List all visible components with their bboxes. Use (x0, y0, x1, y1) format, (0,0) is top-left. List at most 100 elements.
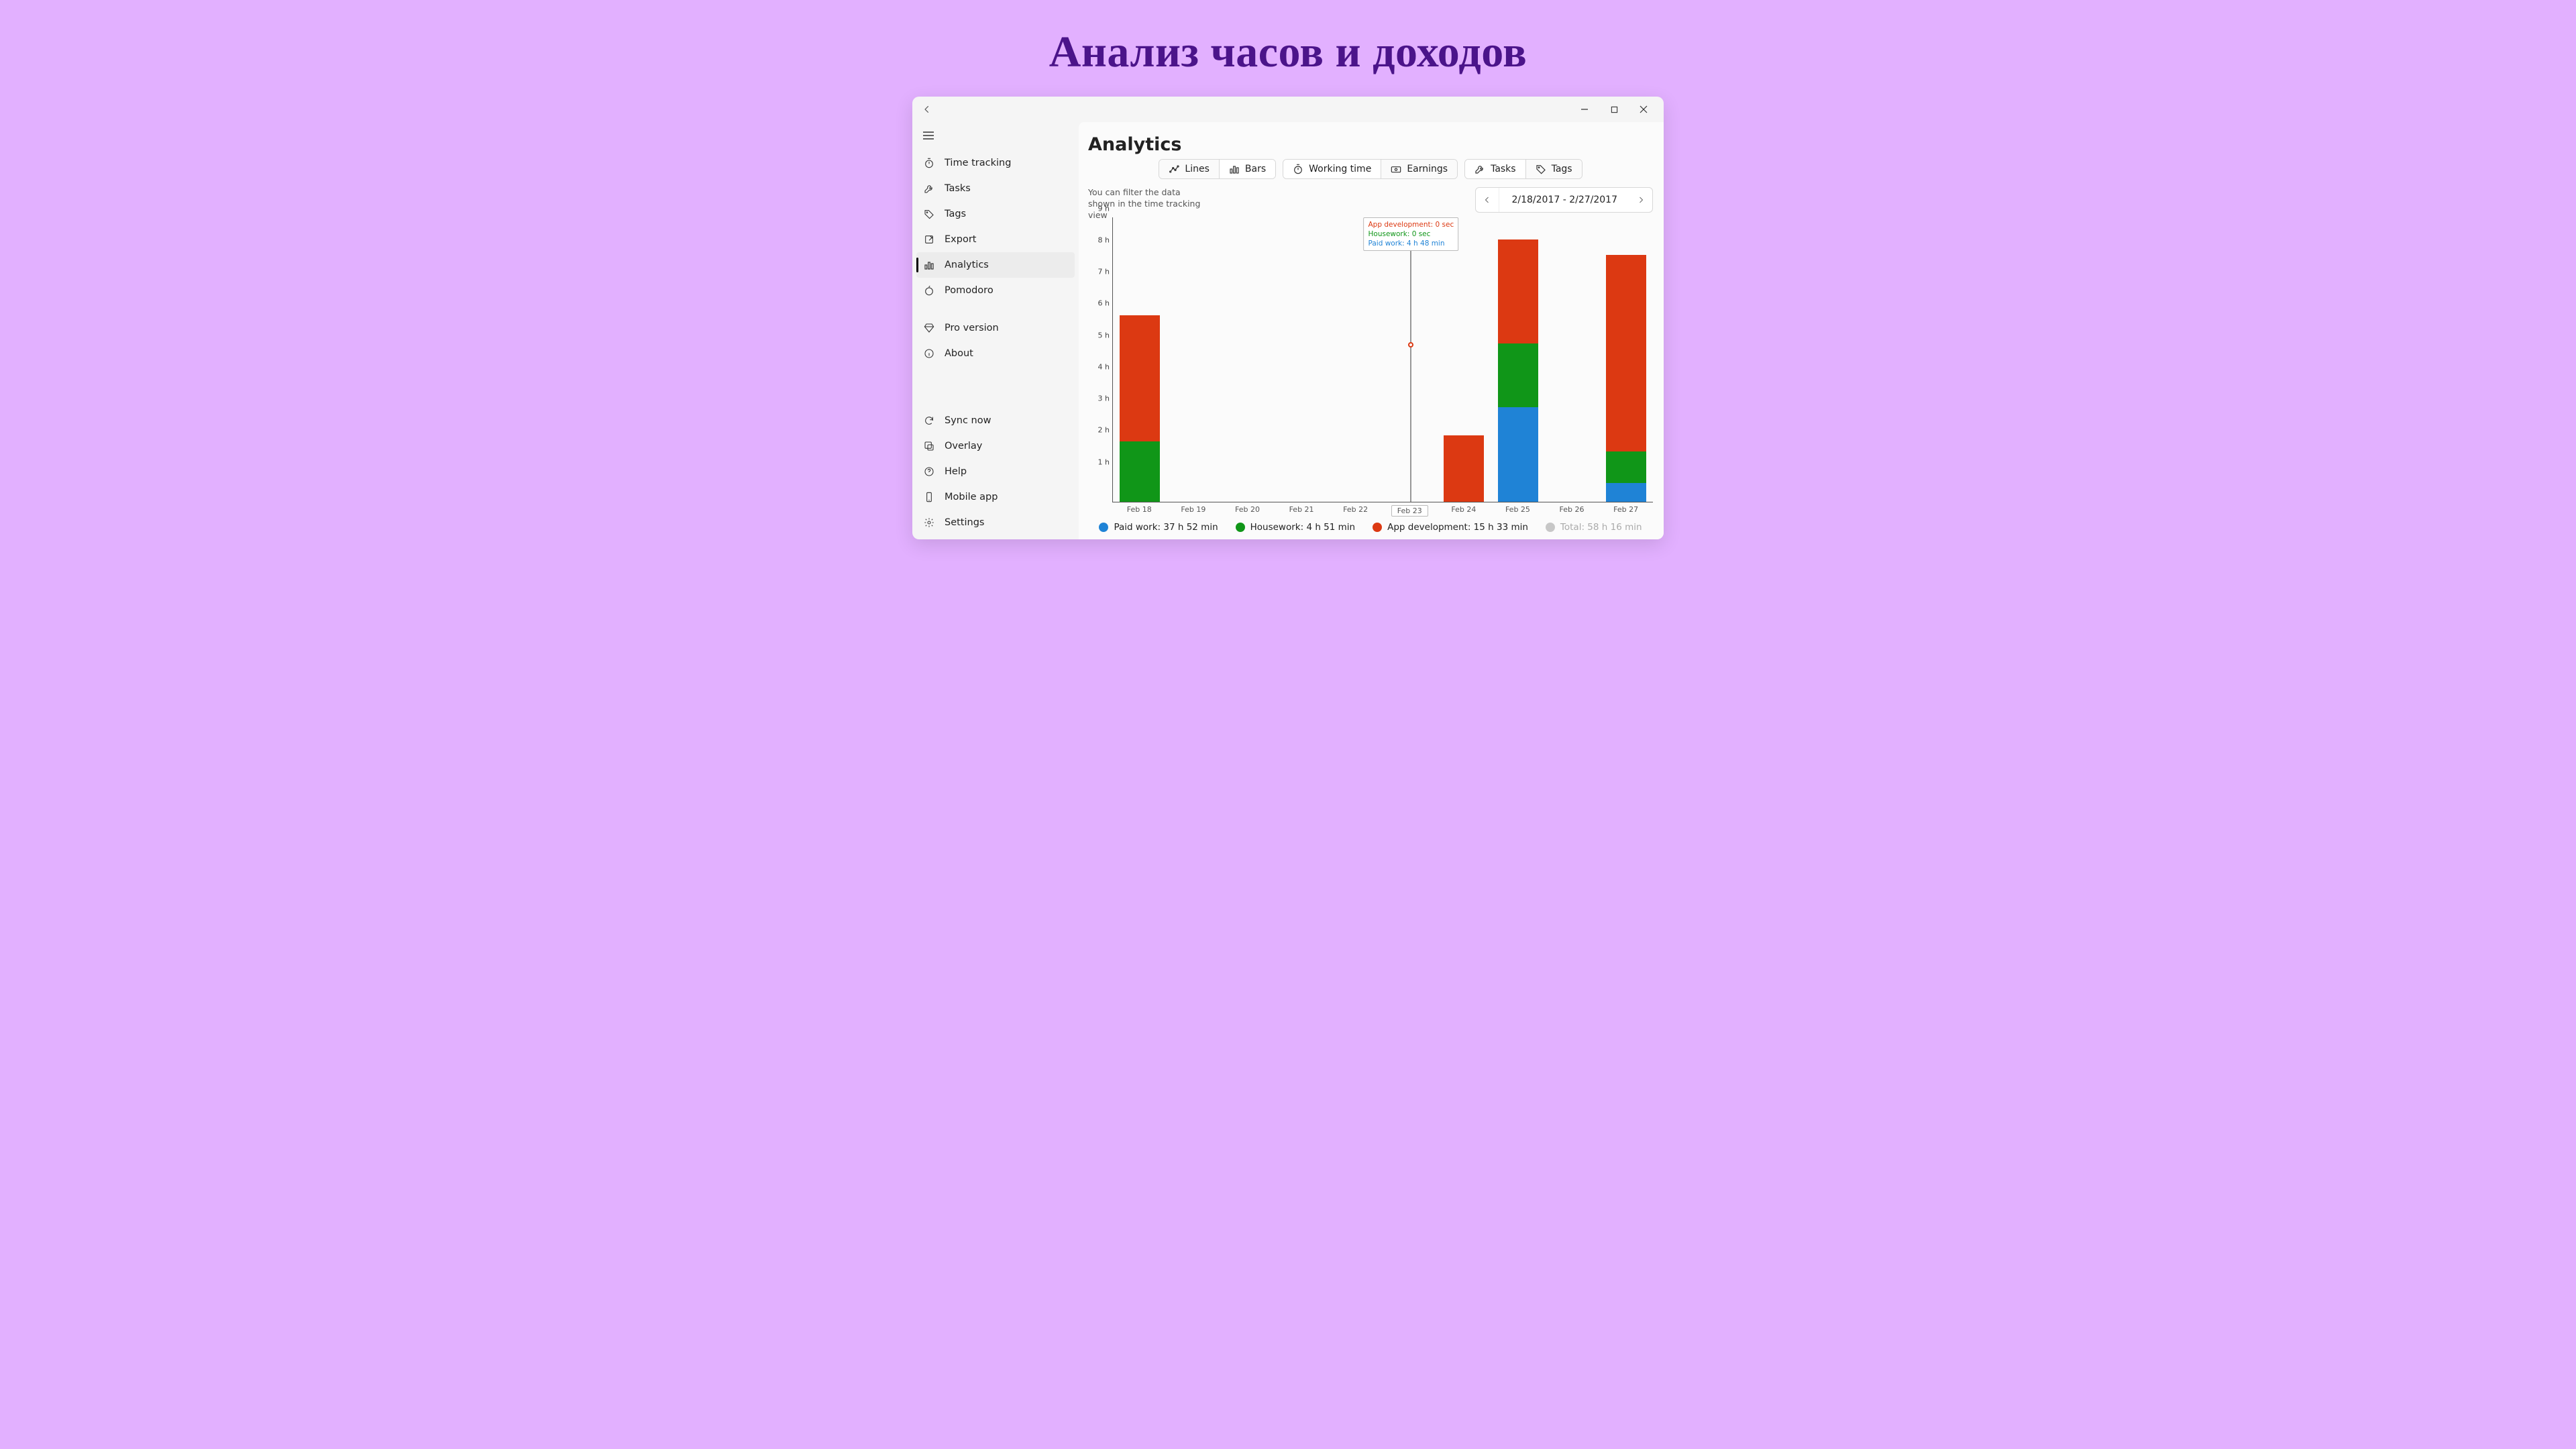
tag-icon (923, 208, 935, 220)
swatch-paid (1099, 523, 1108, 532)
sidebar-item-label: Tasks (945, 183, 971, 194)
sidebar-item-label: Time tracking (945, 158, 1011, 168)
chart-column[interactable] (1221, 217, 1275, 502)
chart-column[interactable] (1275, 217, 1330, 502)
view-bars-button[interactable]: Bars (1219, 160, 1275, 178)
legend-paid[interactable]: Paid work: 37 h 52 min (1099, 522, 1218, 533)
seg-group: Tasks Tags (1464, 159, 1582, 179)
stacked-bar (1336, 277, 1376, 502)
pomodoro-icon (923, 284, 935, 297)
chart-column[interactable] (1599, 217, 1654, 502)
sidebar: Time tracking Tasks Tags Export Analytics Pom… (912, 122, 1079, 539)
hamburger-button[interactable] (916, 125, 941, 146)
sidebar-item-tasks[interactable]: Tasks (916, 176, 1075, 201)
xtick: Feb 20 (1220, 502, 1275, 517)
metric-working-label: Working time (1309, 164, 1371, 174)
sidebar-item-export[interactable]: Export (916, 227, 1075, 252)
group-tags-button[interactable]: Tags (1525, 160, 1582, 178)
xtick: Feb 23 (1383, 502, 1437, 517)
date-next-button[interactable] (1629, 188, 1652, 212)
back-button[interactable] (918, 100, 936, 119)
xtick: Feb 25 (1491, 502, 1545, 517)
window-maximize-button[interactable] (1599, 99, 1629, 119)
sidebar-item-label: Pomodoro (945, 285, 994, 296)
export-icon (923, 233, 935, 246)
chart-column[interactable] (1437, 217, 1491, 502)
bars-icon (923, 259, 935, 271)
overlay-icon (923, 440, 935, 452)
sidebar-item-tags[interactable]: Tags (916, 201, 1075, 227)
ytick: 4 h (1098, 362, 1110, 371)
chart-column[interactable] (1491, 217, 1546, 502)
ytick: 1 h (1098, 458, 1110, 466)
view-lines-label: Lines (1185, 164, 1209, 174)
chart-yaxis: 1 h2 h3 h4 h5 h6 h7 h8 h9 h (1088, 217, 1112, 502)
chart-column[interactable] (1545, 217, 1599, 502)
chart-column[interactable] (1167, 217, 1222, 502)
stacked-bar (1120, 315, 1160, 502)
chart-tooltip: App development: 0 secHousework: 0 secPa… (1364, 217, 1459, 252)
chart-xaxis: Feb 18Feb 19Feb 20Feb 21Feb 22Feb 23Feb … (1112, 502, 1653, 517)
ytick: 5 h (1098, 331, 1110, 339)
xtick: Feb 19 (1167, 502, 1221, 517)
sidebar-item-about[interactable]: About (916, 341, 1075, 366)
window-minimize-button[interactable] (1570, 99, 1599, 119)
view-bars-label: Bars (1245, 164, 1266, 174)
xtick: Feb 22 (1328, 502, 1383, 517)
sidebar-item-sync[interactable]: Sync now (916, 408, 1075, 433)
chart-column[interactable] (1329, 217, 1383, 502)
chart-column[interactable]: App development: 0 secHousework: 0 secPa… (1383, 217, 1438, 502)
xtick: Feb 26 (1545, 502, 1599, 517)
metric-working-button[interactable]: Working time (1283, 160, 1381, 178)
chart-column[interactable] (1113, 217, 1167, 502)
legend-house[interactable]: Housework: 4 h 51 min (1236, 522, 1355, 533)
stacked-bar (1228, 230, 1268, 502)
ytick: 6 h (1098, 299, 1110, 308)
page-title: Analytics (1088, 134, 1653, 155)
chart-legend: Paid work: 37 h 52 min Housework: 4 h 51… (1088, 517, 1653, 534)
date-prev-button[interactable] (1476, 188, 1499, 212)
sidebar-item-analytics[interactable]: Analytics (916, 252, 1075, 278)
metric-earnings-label: Earnings (1407, 164, 1448, 174)
line-chart-icon (1169, 164, 1179, 174)
diamond-icon (923, 322, 935, 334)
stopwatch-icon (923, 157, 935, 169)
sidebar-item-pro[interactable]: Pro version (916, 315, 1075, 341)
sidebar-item-label: Pro version (945, 323, 999, 333)
date-range-label[interactable]: 2/18/2017 - 2/27/2017 (1499, 188, 1629, 212)
view-lines-button[interactable]: Lines (1159, 160, 1218, 178)
stacked-bar (1390, 350, 1430, 502)
wrench-icon (1474, 164, 1485, 174)
earnings-icon (1391, 164, 1401, 174)
chart-plot[interactable]: App development: 0 secHousework: 0 secPa… (1112, 217, 1653, 502)
stacked-bar (1444, 277, 1484, 502)
window-close-button[interactable] (1629, 99, 1658, 119)
sidebar-item-time-tracking[interactable]: Time tracking (916, 150, 1075, 176)
date-range-picker: 2/18/2017 - 2/27/2017 (1475, 187, 1653, 213)
sidebar-item-help[interactable]: Help (916, 459, 1075, 484)
xtick: Feb 24 (1437, 502, 1491, 517)
sidebar-item-label: About (945, 348, 973, 359)
sidebar-item-overlay[interactable]: Overlay (916, 433, 1075, 459)
sidebar-item-label: Overlay (945, 441, 982, 451)
sidebar-item-settings[interactable]: Settings (916, 510, 1075, 535)
sidebar-item-label: Export (945, 234, 976, 245)
gear-icon (923, 517, 935, 529)
metric-earnings-button[interactable]: Earnings (1381, 160, 1457, 178)
seg-metric: Working time Earnings (1283, 159, 1458, 179)
group-tasks-button[interactable]: Tasks (1465, 160, 1525, 178)
bar-chart-icon (1229, 164, 1240, 174)
xtick: Feb 27 (1599, 502, 1653, 517)
ytick: 9 h (1098, 204, 1110, 213)
legend-total[interactable]: Total: 58 h 16 min (1546, 522, 1642, 533)
ytick: 2 h (1098, 426, 1110, 435)
swatch-house (1236, 523, 1245, 532)
tag-icon (1536, 164, 1546, 174)
sidebar-item-mobile[interactable]: Mobile app (916, 484, 1075, 510)
legend-app[interactable]: App development: 15 h 33 min (1373, 522, 1528, 533)
info-icon (923, 347, 935, 360)
sidebar-item-pomodoro[interactable]: Pomodoro (916, 278, 1075, 303)
sidebar-item-label: Settings (945, 517, 984, 528)
xtick: Feb 18 (1112, 502, 1167, 517)
ytick: 8 h (1098, 235, 1110, 244)
